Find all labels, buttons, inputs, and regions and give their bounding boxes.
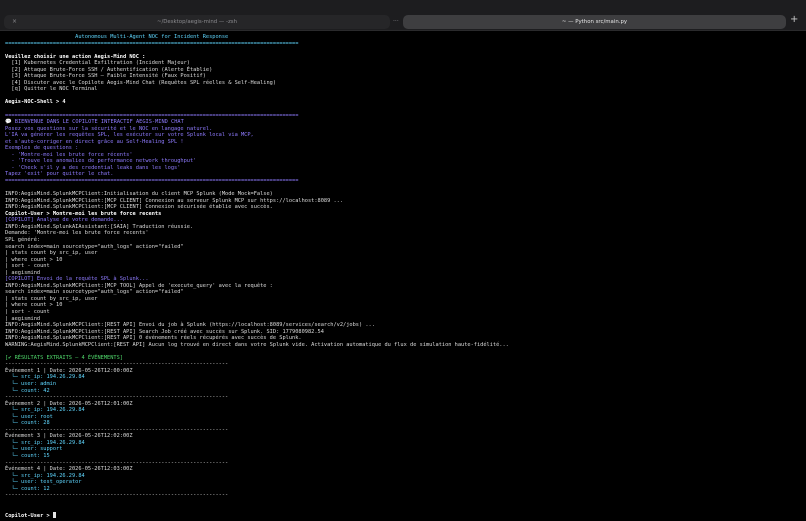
terminal-line-text: └─ count: 15 [5,453,50,459]
terminal-line-text: Copilot-User > Montre-moi les brute forc… [5,210,162,217]
terminal-line-text: search index=main sourcetype="auth_logs"… [5,243,184,250]
terminal-line-text: Posez vos questions sur la sécurité et l… [5,125,213,132]
terminal-line-text: 💬 BIENVENUE DANS LE COPILOTE INTERACTIF … [5,119,184,126]
terminal-line-text: └─ count: 12 [5,485,50,492]
terminal-line-text: ----------------------------------------… [5,459,229,466]
terminal-line-text: SPL généré: [5,236,41,243]
terminal-line-text: └─ src_ip: 194.26.29.84 [5,472,85,479]
terminal-line-text: Autonomous Multi-Agent NOC for Incident … [5,34,229,40]
terminal-line-text: INFO:AegisMind.SplunkMCPClient:[REST API… [5,322,375,329]
terminal-line-text: └─ count: 42 [5,387,50,394]
terminal-prompt-line[interactable]: Copilot-User > [5,511,803,519]
terminal-line-text: Événement 3 | Date: 2026-05-26T12:02:00Z [5,433,133,440]
terminal-line-text: Veuillez choisir une action Aegis-Mind N… [5,53,146,60]
terminal-line-text: WARNING:AegisMind.SplunkMCPClient:[REST … [5,341,509,348]
terminal-line-text: ========================================… [5,178,299,185]
terminal-line-text: [COPILOT] Analyse de votre demande... [5,217,123,224]
terminal-line-text: | stats count by src_ip, user [5,295,98,302]
terminal-line-text: - 'Montre-moi les brute force récents' [5,151,133,158]
terminal-line-text: Tapez 'exit' pour quitter le chat. [5,171,114,178]
terminal-line-text: | stats count by src_ip, user [5,250,98,257]
terminal-output[interactable]: Autonomous Multi-Agent NOC for Incident … [5,34,803,518]
terminal-line-text: Événement 2 | Date: 2026-05-26T12:01:00Z [5,400,133,407]
new-tab-icon[interactable]: + [790,14,798,25]
terminal-line-text: | sort - count [5,263,50,270]
terminal-line-text: INFO:AegisMind.SplunkMCPClient:[MCP CLIE… [5,197,344,204]
terminal-line-text: Copilot-User > [5,512,53,519]
terminal-line-text: | aegismind [5,315,41,322]
terminal-line-text: [2] Attaque Brute-Force SSH / Authentifi… [5,66,213,73]
terminal-line-text: | where count > 10 [5,256,63,263]
tab-zsh-label: ~/Desktop/aegis-mind — -zsh [156,19,238,25]
terminal-line-text: search index=main sourcetype="auth_logs"… [5,289,184,296]
terminal-line-text: [✔ RÉSULTATS EXTRAITS — 4 ÉVÉNEMENTS] [5,354,123,361]
terminal-line-text: Événement 4 | Date: 2026-05-26T12:03:00Z [5,466,133,473]
terminal-line-text: | aegismind [5,269,41,276]
tab-zsh[interactable]: × ~/Desktop/aegis-mind — -zsh [4,15,390,29]
terminal-line-text: └─ src_ip: 194.26.29.84 [5,407,85,414]
terminal-line-text: ----------------------------------------… [5,361,229,368]
terminal-line-text: [COPILOT] Envoi de la requête SPL à Splu… [5,276,149,283]
tab-python[interactable]: ~ — Python src/main.py [403,15,786,29]
terminal-line-text: - 'Check s'il y a des credential leaks d… [5,164,181,171]
terminal-line-text: └─ count: 28 [5,420,50,427]
terminal-line-text: Aegis-NOC-Shell > 4 [5,99,66,106]
terminal-line-text: ----------------------------------------… [5,492,229,499]
terminal-line-text: ----------------------------------------… [5,394,229,401]
terminal-line-text: L'IA va générer les requêtes SPL, les ex… [5,132,254,139]
terminal-line-text: ========================================… [5,40,299,47]
terminal-line-text: └─ src_ip: 194.26.29.84 [5,439,85,446]
terminal-line-text: Exemples de questions : [5,145,79,152]
terminal-line-text: INFO:AegisMind.SplunkMCPClient:Initialis… [5,191,273,198]
terminal-line-text: | where count > 10 [5,302,63,309]
terminal-line-text: ========================================… [5,112,299,119]
terminal-line-text: Demande: 'Montre-moi les brute force rec… [5,230,149,237]
terminal-line-text: [3] Attaque Brute-Force SSH — Faible Int… [5,73,206,80]
terminal-line-text: [q] Quitter le NOC Terminal [5,86,98,93]
terminal-line-text: Événement 1 | Date: 2026-05-26T12:00:00Z [5,367,133,374]
terminal-line-text: ----------------------------------------… [5,426,229,433]
terminal-line-text: INFO:AegisMind.SplunkMCPClient:[MCP TOOL… [5,282,273,289]
terminal-line-text: INFO:AegisMind.SplunkMCPClient:[REST API… [5,335,302,342]
terminal-line-text: └─ user: support [5,446,63,453]
terminal-line-text: └─ user: test_operator [5,479,82,486]
close-tab-icon[interactable]: × [12,15,17,29]
terminal-line-text: └─ user: admin [5,380,57,387]
terminal-line-text: └─ src_ip: 194.26.29.84 [5,374,85,381]
terminal-line-text: INFO:AegisMind.SplunkMCPClient:[REST API… [5,328,324,335]
terminal-cursor [52,511,57,518]
terminal-line-text: └─ user: root [5,413,53,420]
terminal-line-text: - 'Trouve les anomalies de performance n… [5,158,197,165]
terminal-line-text: INFO:AegisMind.SplunkMCPClient:[MCP CLIE… [5,204,273,211]
terminal-tab-bar: × ~/Desktop/aegis-mind — -zsh ... ~ — Py… [0,0,806,31]
terminal-line-text: [1] Kubernetes Credential Exfiltration (… [5,60,190,67]
terminal-line-text: et s'auto-corriger en direct grâce au Se… [5,138,184,145]
tab-python-label: ~ — Python src/main.py [561,19,628,25]
terminal-line-text: | sort - count [5,308,50,315]
terminal-line-text: INFO:AegisMind.SplunkAIAssistant:[SAIA] … [5,223,194,230]
tab-overflow-icon[interactable]: ... [393,16,399,23]
terminal-line-text: [4] Discuter avec le Copilote Aegis-Mind… [5,79,277,86]
